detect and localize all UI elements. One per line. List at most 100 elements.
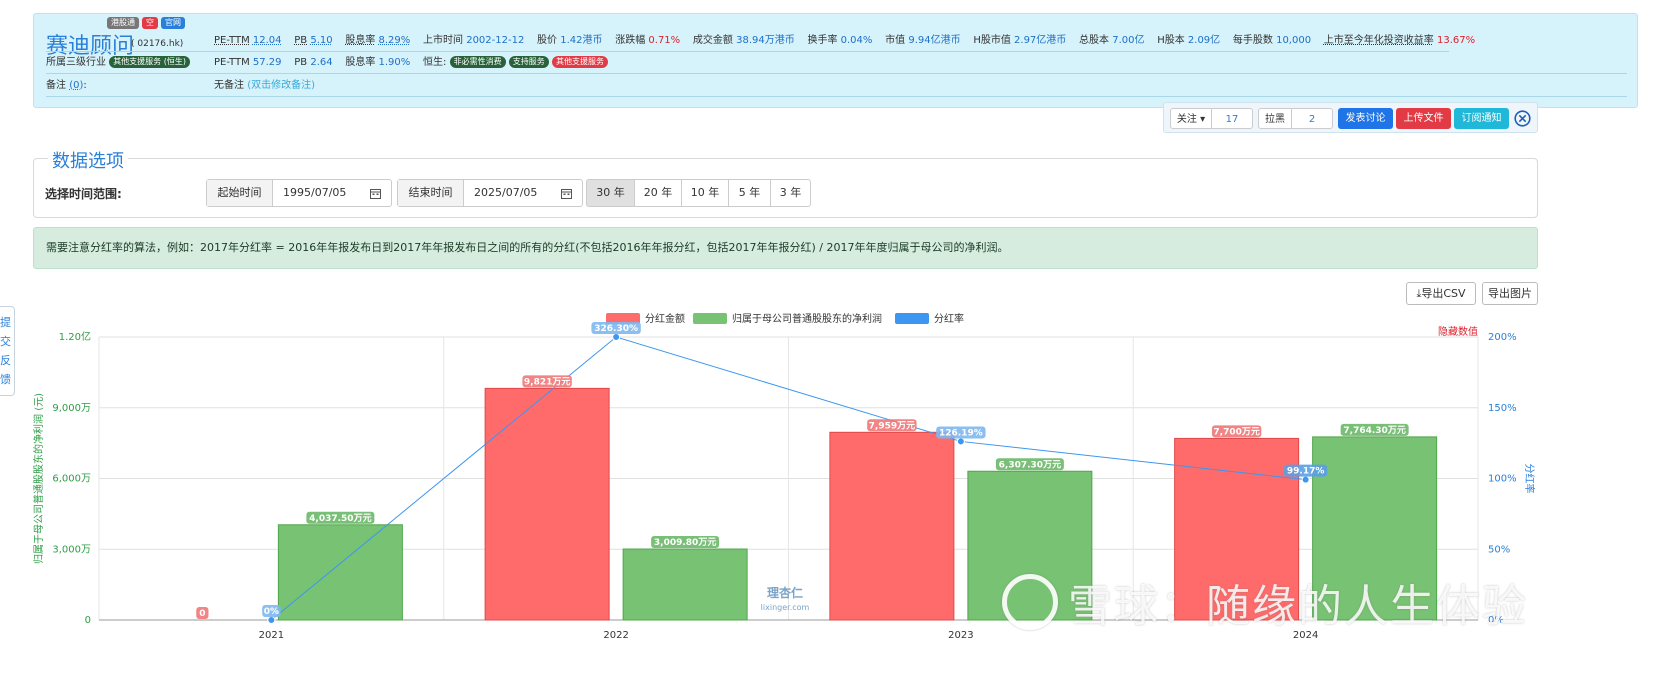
short-badge: 空 xyxy=(142,17,158,29)
annual-return-value: 13.67% xyxy=(1436,35,1476,46)
upload-file-button[interactable]: 上传文件 xyxy=(1396,108,1451,129)
subscribe-button[interactable]: 订阅通知 xyxy=(1454,108,1509,129)
profit-bar xyxy=(622,548,748,621)
left-axis-tick: 0 xyxy=(85,615,91,626)
listing-date-value: 2002-12-12 xyxy=(466,35,525,46)
pb-2-value: 2.64 xyxy=(310,57,333,68)
period-20y-button[interactable]: 20 年 xyxy=(634,179,682,207)
lixinger-url: lixinger.com xyxy=(761,603,810,612)
left-axis-tick: 6,000万 xyxy=(52,474,91,485)
amount-value: 38.94万港币 xyxy=(736,35,795,46)
right-axis-title: 分红率 xyxy=(1523,464,1536,494)
block-button[interactable]: 拉黑 xyxy=(1258,108,1292,129)
lixinger-logo: 理杏仁 xyxy=(767,585,803,600)
dividend-yield-label[interactable]: 股息率 xyxy=(345,35,375,46)
h-shares-label: H股本 xyxy=(1157,35,1185,46)
no-note-text: 无备注 xyxy=(214,80,244,91)
caret-down-icon: ▾ xyxy=(1196,114,1206,125)
listing-date-label: 上市时间 xyxy=(423,35,464,46)
hang-seng-label: 恒生: xyxy=(423,57,447,68)
profit-value-label: 3,009.80万元 xyxy=(654,537,716,548)
legend-swatch xyxy=(693,313,727,324)
post-discussion-button[interactable]: 发表讨论 xyxy=(1338,108,1393,129)
profit-bar xyxy=(277,524,403,621)
block-count: 2 xyxy=(1291,108,1333,129)
period-3y-button[interactable]: 3 年 xyxy=(770,179,811,207)
pe-ttm-label[interactable]: PE-TTM xyxy=(214,35,250,46)
end-date-field[interactable]: 结束时间 2025/07/05 xyxy=(397,179,583,207)
stock-code: ( 02176.hk) xyxy=(131,39,184,49)
turnover-label: 换手率 xyxy=(807,35,838,46)
turnover-value: 0.04% xyxy=(840,35,873,46)
dividend-value-label: 0 xyxy=(199,609,205,619)
h-market-cap-value: 2.97亿港币 xyxy=(1014,35,1067,46)
ratio-value-label: 126.19% xyxy=(939,428,983,438)
dividend-yield-2-value: 1.90% xyxy=(378,57,411,68)
dividend-ratio-point xyxy=(267,616,276,624)
h-market-cap-label: H股市值 xyxy=(973,35,1011,46)
x-axis-tick: 2021 xyxy=(259,630,284,641)
start-date-field[interactable]: 起始时间 1995/07/05 xyxy=(206,179,392,207)
row-divider xyxy=(46,73,1627,74)
pb-2-label: PB xyxy=(294,57,308,68)
market-cap-label: 市值 xyxy=(885,35,906,46)
calendar-icon[interactable] xyxy=(370,188,381,199)
start-date-value: 1995/07/05 xyxy=(283,186,347,199)
left-axis-tick: 9,000万 xyxy=(52,403,91,414)
left-axis-tick: 1.20亿 xyxy=(59,330,91,343)
left-axis-title: 归属于母公司普通股股东的净利润 (元) xyxy=(32,393,45,564)
dividend-ratio-point xyxy=(612,333,621,341)
row-divider xyxy=(46,96,1627,97)
dividend-ratio-notice: 需要注意分红率的算法，例如：2017年分红率 = 2016年年报发布日到2017… xyxy=(33,227,1538,269)
period-5y-button[interactable]: 5 年 xyxy=(728,179,771,207)
dividend-yield-value: 8.29% xyxy=(378,35,411,46)
data-options-title: 数据选项 xyxy=(48,147,128,173)
note-row: 备注 (0): xyxy=(46,76,87,95)
legend-label: 分红率 xyxy=(934,312,964,325)
end-date-value: 2025/07/05 xyxy=(474,186,538,199)
ratio-value-label: 326.30% xyxy=(594,324,638,334)
annual-return-label[interactable]: 上市至今年化投资收益率 xyxy=(1324,35,1434,46)
export-csv-label: 导出CSV xyxy=(1421,287,1466,300)
start-date-label: 起始时间 xyxy=(207,180,273,206)
official-site-badge[interactable]: 官网 xyxy=(161,17,185,29)
right-axis-tick: 50% xyxy=(1488,544,1510,555)
metrics-row-2: 所属三级行业 其他支援服务 (恒生) xyxy=(46,53,190,72)
data-options-panel: 数据选项 选择时间范围: 起始时间 1995/07/05 结束时间 2025/0… xyxy=(33,147,1538,218)
time-range-label: 选择时间范围: xyxy=(45,187,122,201)
pe-ttm-2-label: PE-TTM xyxy=(214,57,250,68)
note-colon: : xyxy=(83,80,87,91)
calendar-icon[interactable] xyxy=(561,188,572,199)
dividend-value-label: 7,959万元 xyxy=(869,420,915,431)
industry-tag[interactable]: 其他支援服务 (恒生) xyxy=(109,56,190,68)
legend-label: 分红金额 xyxy=(645,312,685,325)
metrics-row-2-values: PE-TTM 57.29 PB 2.64 股息率 1.90% 恒生: 非必需性消… xyxy=(214,53,608,72)
legend-label: 归属于母公司普通股股东的净利润 xyxy=(732,312,882,325)
total-shares-label: 总股本 xyxy=(1079,35,1110,46)
close-circle-icon[interactable] xyxy=(1514,110,1531,127)
hs-tag-consumer[interactable]: 非必需性消费 xyxy=(449,56,506,68)
change-value: 0.71% xyxy=(648,35,681,46)
pe-ttm-2-value: 57.29 xyxy=(252,57,282,68)
hs-tag-support[interactable]: 支持服务 xyxy=(508,56,549,68)
h-shares-value: 2.09亿 xyxy=(1187,35,1221,46)
pb-label[interactable]: PB xyxy=(294,35,307,46)
price-value: 1.42港币 xyxy=(560,35,603,46)
note-content[interactable]: 无备注 (双击修改备注) xyxy=(214,76,315,95)
follow-dropdown[interactable]: 关注 ▾ xyxy=(1170,108,1212,129)
follow-label: 关注 xyxy=(1176,114,1197,125)
note-count[interactable]: (0) xyxy=(69,80,83,91)
pb-value: 5.10 xyxy=(310,35,333,46)
edit-note-hint[interactable]: (双击修改备注) xyxy=(247,80,315,91)
right-axis-tick: 100% xyxy=(1488,474,1517,485)
hs-tag-other-support[interactable]: 其他支援服务 xyxy=(551,56,608,68)
ratio-value-label: 99.17% xyxy=(1287,467,1325,477)
xueqiu-logo-icon xyxy=(1002,574,1058,630)
dividend-value-label: 9,821万元 xyxy=(524,376,570,387)
dividend-ratio-point xyxy=(1301,475,1310,484)
legend-swatch xyxy=(895,313,929,324)
lot-size-value: 10,000 xyxy=(1276,35,1312,46)
dividend-ratio-point xyxy=(956,437,965,446)
period-30y-button[interactable]: 30 年 xyxy=(586,179,635,207)
period-10y-button[interactable]: 10 年 xyxy=(681,179,729,207)
